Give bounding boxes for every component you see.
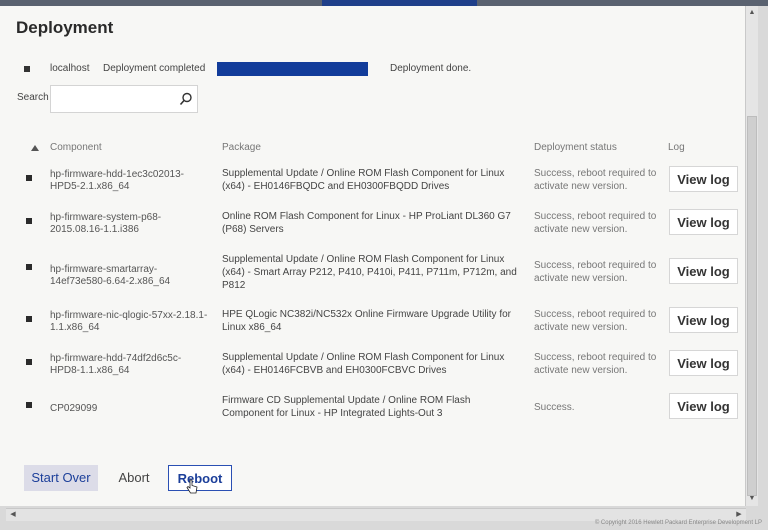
deployment-status: Success, reboot required to activate new…	[534, 168, 657, 192]
search-icon[interactable]	[179, 92, 193, 106]
host-label: localhost	[50, 63, 90, 74]
view-log-button[interactable]: View log	[669, 307, 738, 333]
search-input[interactable]	[55, 87, 179, 113]
row-bullet-icon	[26, 402, 32, 408]
deployment-status: Success, reboot required to activate new…	[534, 211, 657, 235]
scroll-right-icon[interactable]: ▶	[734, 510, 744, 520]
search-field	[50, 85, 198, 113]
scrollbar-thumb[interactable]	[747, 116, 757, 496]
table-row: hp-firmware-hdd-1ec3c02013-HPD5-2.1.x86_…	[0, 157, 745, 205]
start-over-button[interactable]: Start Over	[24, 465, 98, 491]
view-log-button[interactable]: View log	[669, 166, 738, 192]
deployment-status: Success, reboot required to activate new…	[534, 260, 657, 284]
deployment-done-text: Deployment done.	[390, 63, 472, 74]
table-row: hp-firmware-system-p68-2015.08.16-1.1.i3…	[0, 200, 745, 248]
page-title: Deployment	[16, 18, 114, 37]
package-name: Firmware CD Supplemental Update / Online…	[222, 395, 471, 419]
view-log-button[interactable]: View log	[669, 209, 738, 235]
view-log-button[interactable]: View log	[669, 393, 738, 419]
reboot-button[interactable]: Reboot	[168, 465, 232, 491]
deployment-status: Success, reboot required to activate new…	[534, 309, 657, 333]
table-row: hp-firmware-hdd-74df2d6c5c-HPD8-1.1.x86_…	[0, 341, 745, 389]
table-row: hp-firmware-smartarray-14ef73e580-6.64-2…	[0, 246, 745, 294]
search-label: Search	[17, 92, 49, 103]
column-header-component[interactable]: Component	[50, 142, 102, 153]
scroll-left-icon[interactable]: ◀	[8, 510, 18, 520]
row-bullet-icon	[26, 316, 32, 322]
view-log-button[interactable]: View log	[669, 350, 738, 376]
scroll-up-icon[interactable]: ▲	[747, 8, 757, 18]
table-row: hp-firmware-nic-qlogic-57xx-2.18.1-1.1.x…	[0, 298, 745, 346]
package-name: Supplemental Update / Online ROM Flash C…	[222, 352, 505, 376]
component-name: CP029099	[50, 403, 98, 414]
component-name: hp-firmware-hdd-1ec3c02013-HPD5-2.1.x86_…	[50, 169, 184, 192]
deployment-status: Success, reboot required to activate new…	[534, 352, 657, 376]
bullet-icon	[24, 66, 30, 72]
column-header-status[interactable]: Deployment status	[534, 142, 617, 153]
package-name: Supplemental Update / Online ROM Flash C…	[222, 254, 517, 291]
vertical-scrollbar[interactable]: ▲ ▼	[746, 6, 758, 506]
sort-ascending-icon[interactable]	[31, 145, 39, 151]
scroll-down-icon[interactable]: ▼	[747, 494, 757, 504]
hand-cursor-icon	[186, 479, 198, 494]
row-bullet-icon	[26, 359, 32, 365]
deployment-message: Deployment completed	[103, 63, 206, 74]
copyright-footer: © Copyright 2016 Hewlett Packard Enterpr…	[594, 520, 762, 526]
progress-bar	[217, 62, 368, 76]
abort-button[interactable]: Abort	[108, 465, 160, 491]
component-name: hp-firmware-nic-qlogic-57xx-2.18.1-1.1.x…	[50, 310, 208, 333]
row-bullet-icon	[26, 218, 32, 224]
package-name: Supplemental Update / Online ROM Flash C…	[222, 168, 505, 192]
row-bullet-icon	[26, 264, 32, 270]
table-row: CP029099 Firmware CD Supplemental Update…	[0, 384, 745, 432]
row-bullet-icon	[26, 175, 32, 181]
view-log-button[interactable]: View log	[669, 258, 738, 284]
column-header-log: Log	[668, 142, 685, 153]
package-name: HPE QLogic NC382i/NC532x Online Firmware…	[222, 309, 511, 333]
column-header-package[interactable]: Package	[222, 142, 261, 153]
progress-fill	[217, 62, 368, 76]
deployment-status: Success.	[534, 402, 575, 413]
component-name: hp-firmware-system-p68-2015.08.16-1.1.i3…	[50, 212, 162, 235]
component-name: hp-firmware-hdd-74df2d6c5c-HPD8-1.1.x86_…	[50, 353, 182, 376]
component-name: hp-firmware-smartarray-14ef73e580-6.64-2…	[50, 264, 171, 287]
package-name: Online ROM Flash Component for Linux - H…	[222, 211, 511, 235]
